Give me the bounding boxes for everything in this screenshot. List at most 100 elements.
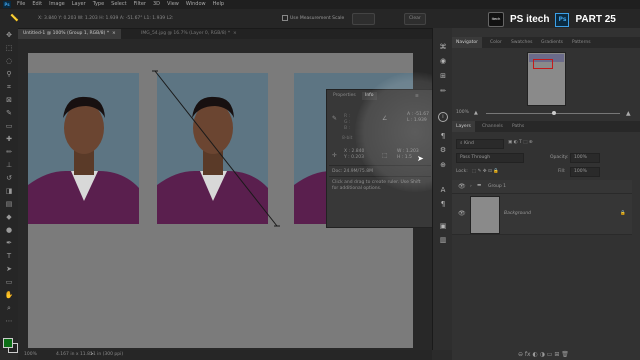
opacity-input[interactable]: 100% bbox=[570, 153, 600, 163]
tab-channels[interactable]: Channels bbox=[478, 121, 507, 132]
tab-properties[interactable]: Properties bbox=[330, 92, 359, 100]
menu-items: File Edit Image Layer Type Select Filter 3D View… bbox=[17, 0, 224, 9]
passport-photo[interactable] bbox=[28, 73, 139, 224]
clear-button[interactable]: Clear bbox=[404, 13, 426, 25]
menu-item-file[interactable]: File bbox=[17, 0, 25, 9]
channel-logo-icon: itech bbox=[488, 12, 504, 27]
use-measurement-scale-checkbox[interactable]: Use Measurement Scale bbox=[282, 14, 344, 23]
eye-icon[interactable]: 👁 bbox=[458, 183, 466, 190]
clone-stamp-tool-icon[interactable]: ⊥ bbox=[4, 161, 14, 169]
lock-label: Lock: bbox=[456, 169, 468, 174]
expand-icon[interactable]: › bbox=[470, 184, 472, 189]
blur-tool-icon[interactable]: ◆ bbox=[4, 213, 14, 221]
brush-tool-icon[interactable]: ✏ bbox=[4, 148, 14, 156]
properties-icon[interactable]: ⚙ bbox=[438, 146, 448, 155]
zoom-slider-handle[interactable] bbox=[552, 111, 556, 115]
color-icon[interactable]: ◉ bbox=[438, 57, 448, 66]
paragraph-icon[interactable]: ¶ bbox=[438, 132, 448, 141]
hand-tool-icon[interactable]: ✋ bbox=[4, 291, 14, 299]
tab-color[interactable]: Color bbox=[486, 37, 506, 48]
type-tool-icon[interactable]: T bbox=[4, 252, 14, 260]
blend-mode-select[interactable]: Pass Through bbox=[456, 153, 524, 163]
history-brush-tool-icon[interactable]: ↺ bbox=[4, 174, 14, 182]
glyphs-icon[interactable]: ⊕ bbox=[438, 161, 448, 170]
status-arrow-icon[interactable]: > bbox=[90, 350, 94, 360]
menu-item-view[interactable]: View bbox=[167, 0, 179, 9]
frame-tool-icon[interactable]: ⊠ bbox=[4, 96, 14, 104]
path-selection-tool-icon[interactable]: ➤ bbox=[4, 265, 14, 273]
tab-patterns[interactable]: Patterns bbox=[568, 37, 595, 48]
straighten-layer-button[interactable] bbox=[352, 13, 375, 25]
close-icon[interactable]: × bbox=[233, 31, 237, 36]
layer-row-background[interactable]: 👁 Background 🔒 bbox=[452, 194, 632, 235]
move-tool-icon[interactable]: ✥ bbox=[4, 31, 14, 39]
navigator-thumbnail[interactable] bbox=[527, 52, 566, 106]
channel-name: PS itech bbox=[510, 14, 550, 25]
dodge-tool-icon[interactable]: ● bbox=[4, 226, 14, 234]
adjustments-icon[interactable]: ⊞ bbox=[438, 72, 448, 81]
fill-input[interactable]: 100% bbox=[570, 167, 600, 177]
crosshair-icon: ✛ bbox=[332, 152, 338, 159]
tab-layers[interactable]: Layers bbox=[452, 121, 475, 132]
marquee-tool-icon[interactable]: ⬚ bbox=[4, 44, 14, 52]
zoom-tool-icon[interactable]: ⌕ bbox=[4, 304, 14, 312]
quick-select-tool-icon[interactable]: ⚲ bbox=[4, 70, 14, 78]
ps-badge-icon: Ps bbox=[555, 12, 570, 27]
menu-item-help[interactable]: Help bbox=[213, 0, 224, 9]
ruler-measure-line[interactable] bbox=[150, 66, 285, 231]
doc-size: Doc: 24.9M/75.8M bbox=[332, 169, 373, 174]
tab-untitled-1[interactable]: Untitled-1 @ 100% (Group 1, RGB/8) * × bbox=[18, 29, 121, 39]
paragraph-styles-icon[interactable]: ¶ bbox=[438, 200, 448, 209]
zoom-out-icon[interactable]: ▲ bbox=[474, 111, 480, 116]
layer-name[interactable]: Group 1 bbox=[488, 184, 506, 189]
tab-paths[interactable]: Paths bbox=[508, 121, 528, 132]
info-icon[interactable]: i bbox=[438, 112, 448, 122]
history-icon[interactable]: ⌘ bbox=[438, 43, 448, 52]
ruler-tool-icon[interactable]: ▭ bbox=[4, 122, 14, 130]
menu-item-edit[interactable]: Edit bbox=[32, 0, 42, 9]
tab-img-54[interactable]: IMG_54.jpg @ 16.7% (Layer 0, RGB/8) * × bbox=[136, 29, 242, 39]
tools-panel: ✥ ⬚ ◌ ⚲ ⌗ ⊠ ✎ ▭ ✚ ✏ ⊥ ↺ ◨ ▤ ◆ ● ✒ T ➤ ▭ … bbox=[0, 28, 18, 350]
layer-actions[interactable]: ⊖ fx ◐ ◑ ▭ ⊞ 🗑 bbox=[518, 351, 569, 358]
layer-name[interactable]: Background bbox=[504, 211, 531, 216]
lasso-tool-icon[interactable]: ◌ bbox=[4, 57, 14, 65]
crop-tool-icon[interactable]: ⌗ bbox=[4, 83, 14, 91]
eye-icon[interactable]: 👁 bbox=[458, 210, 466, 217]
rectangle-tool-icon[interactable]: ▭ bbox=[4, 278, 14, 286]
tab-navigator[interactable]: Navigator bbox=[452, 37, 483, 48]
tab-untitled-1-label: Untitled-1 @ 100% (Group 1, RGB/8) * bbox=[23, 31, 110, 36]
close-icon[interactable]: × bbox=[112, 31, 116, 36]
libraries-icon[interactable]: ▣ bbox=[438, 222, 448, 231]
menu-item-window[interactable]: Window bbox=[186, 0, 206, 9]
tab-swatches[interactable]: Swatches bbox=[507, 37, 537, 48]
episode-part: PART 25 bbox=[575, 14, 616, 25]
layer-filter-icons[interactable]: ▣ ◐ T ⬚ ⊕ bbox=[508, 140, 533, 145]
character-icon[interactable]: A bbox=[438, 186, 448, 195]
menu-item-image[interactable]: Image bbox=[49, 0, 65, 9]
menu-item-select[interactable]: Select bbox=[111, 0, 126, 9]
menu-item-layer[interactable]: Layer bbox=[72, 0, 86, 9]
eyedropper-tool-icon[interactable]: ✎ bbox=[4, 109, 14, 117]
photoshop-logo-icon[interactable]: Ps bbox=[3, 1, 11, 8]
more-tools-icon[interactable]: ⋯ bbox=[4, 317, 14, 325]
eraser-tool-icon[interactable]: ◨ bbox=[4, 187, 14, 195]
lock-icons[interactable]: ⬚ ✎ ✥ ⊡ 🔒 bbox=[472, 169, 499, 174]
layer-comps-icon[interactable]: ▥ bbox=[438, 236, 448, 245]
menu-item-3d[interactable]: 3D bbox=[153, 0, 160, 9]
zoom-level[interactable]: 100% bbox=[24, 350, 37, 360]
pen-tool-icon[interactable]: ✒ bbox=[4, 239, 14, 247]
right-panels: Navigator Color Swatches Gradients Patte… bbox=[452, 28, 640, 360]
zoom-in-icon[interactable]: ▲ bbox=[626, 110, 631, 117]
layer-row-group-1[interactable]: 👁 › ▬ Group 1 bbox=[452, 180, 632, 194]
menu-item-type[interactable]: Type bbox=[93, 0, 104, 9]
layer-filter-kind[interactable]: ⌕ Kind bbox=[456, 139, 504, 149]
menu-item-filter[interactable]: Filter bbox=[134, 0, 146, 9]
gradient-tool-icon[interactable]: ▤ bbox=[4, 200, 14, 208]
folder-icon: ▬ bbox=[477, 183, 482, 188]
ruler-tool-icon[interactable]: 📏 bbox=[10, 14, 20, 22]
tab-gradients[interactable]: Gradients bbox=[537, 37, 567, 48]
foreground-color-swatch[interactable] bbox=[3, 338, 13, 348]
brush-settings-icon[interactable]: ✏ bbox=[438, 87, 448, 96]
navigator-zoom[interactable]: 100% bbox=[456, 110, 469, 115]
healing-brush-tool-icon[interactable]: ✚ bbox=[4, 135, 14, 143]
